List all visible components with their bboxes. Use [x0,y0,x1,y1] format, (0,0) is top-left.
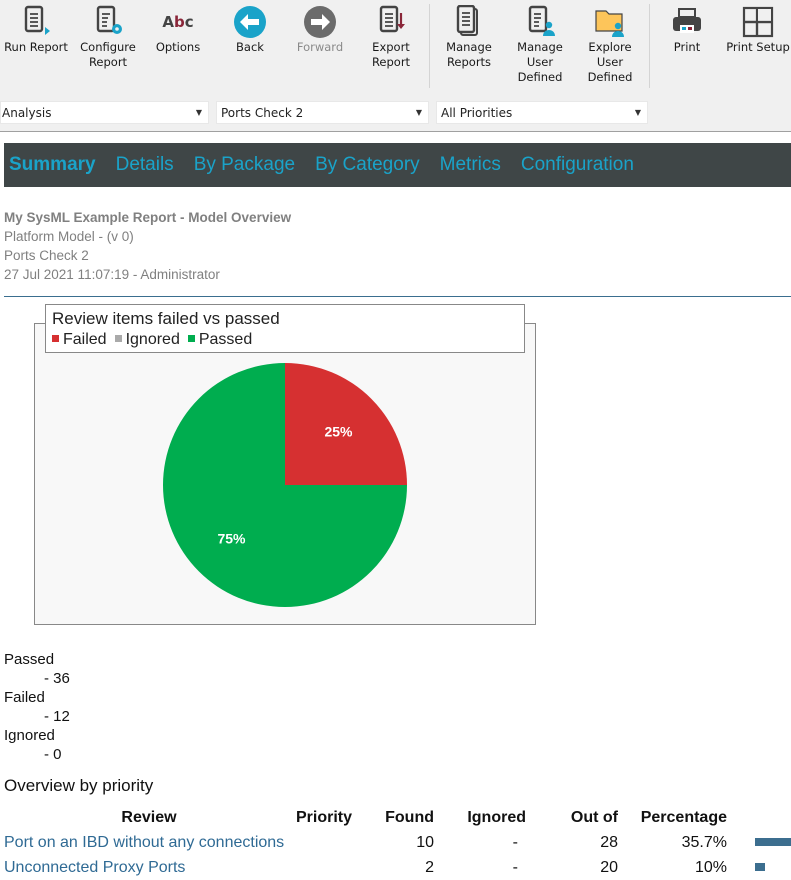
explore-user-defined-label: Explore User Defined [587,40,633,84]
print-setup-label: Print Setup [726,40,790,54]
divider [4,296,791,297]
count-label: Failed [4,689,45,706]
tab-by-category[interactable]: By Category [315,154,420,176]
options-icon: Abc [162,12,194,31]
forward-button[interactable]: Forward [292,4,348,55]
count-value: - 0 [44,746,62,763]
forward-arrow-icon [292,4,348,40]
col-ignored: Ignored [467,808,526,826]
options-label: Options [155,40,201,54]
priority-cell [294,830,352,855]
count-label: Ignored [4,727,55,744]
table-header-row: Review Priority Found Ignored Out of Per… [4,805,791,830]
run-report-icon [4,4,68,40]
tab-by-package[interactable]: By Package [194,154,295,176]
out-of-cell: 28 [600,833,618,851]
explore-user-defined-icon [574,4,646,40]
manage-user-defined-label: Manage User Defined [517,40,563,84]
toolbar-separator [649,4,650,88]
chevron-down-icon: ▼ [195,108,202,117]
tab-configuration[interactable]: Configuration [521,154,634,176]
report-title: My SysML Example Report - Model Overview [4,210,292,225]
col-found: Found [385,808,434,826]
forward-label: Forward [296,40,344,54]
check-value: Ports Check 2 [221,106,304,120]
percentage-cell: 35.7% [681,833,727,851]
manage-user-defined-icon [510,4,570,40]
report-model: Platform Model - (v 0) [4,229,134,244]
col-out-of: Out of [570,808,618,826]
chart-legend: Review items failed vs passed Failed Ign… [45,304,525,353]
tab-details[interactable]: Details [116,154,174,176]
configure-report-button[interactable]: Configure Report [76,4,140,70]
count-value: - 12 [44,708,70,725]
report-check: Ports Check 2 [4,248,89,263]
back-button[interactable]: Back [222,4,278,55]
tab-summary[interactable]: Summary [9,154,96,176]
print-button[interactable]: Print [662,4,712,55]
export-report-icon [362,4,420,40]
report-type-value: Analysis [2,106,52,120]
manage-user-defined-button[interactable]: Manage User Defined [510,4,570,85]
ignored-cell: - [512,833,518,851]
count-label: Passed [4,651,55,668]
manage-reports-button[interactable]: Manage Reports [438,4,500,70]
pie-label-passed: 75% [217,530,246,546]
run-report-label: Run Report [4,40,68,54]
run-report-button[interactable]: Run Report [4,4,68,55]
explore-user-defined-button[interactable]: Explore User Defined [574,4,646,85]
back-arrow-icon [222,4,278,40]
found-cell: 10 [416,833,434,851]
report-meta: My SysML Example Report - Model Overview… [4,208,291,284]
manage-reports-icon [438,4,500,40]
report-timestamp: 27 Jul 2021 11:07:19 - Administrator [4,267,220,282]
tab-metrics[interactable]: Metrics [440,154,501,176]
priority-cell [294,855,352,880]
pie-label-failed: 25% [324,424,353,440]
col-review: Review [121,808,177,826]
out-of-cell: 20 [600,858,618,876]
chevron-down-icon: ▼ [634,108,641,117]
priority-combo[interactable]: All Priorities ▼ [436,101,648,124]
legend-item-failed: Failed [52,330,107,350]
col-priority: Priority [295,808,352,826]
printer-icon [662,4,712,40]
options-button[interactable]: Abc Options [150,4,206,55]
check-combo[interactable]: Ports Check 2 ▼ [216,101,429,124]
print-label: Print [673,40,701,54]
table-row: Unconnected Proxy Ports 2 - 20 10% [4,855,791,880]
toolbar-separator [429,4,430,88]
percentage-bar [755,863,765,872]
chevron-down-icon: ▼ [415,108,422,117]
report-nav: Summary Details By Package By Category M… [4,143,791,187]
review-link[interactable]: Port on an IBD without any connections [4,830,294,855]
print-setup-icon [726,4,790,40]
ribbon-toolbar: Run Report Configure Report Abc Options B… [0,0,791,132]
report-content: Summary Details By Package By Category M… [0,133,791,876]
manage-reports-label: Manage Reports [446,40,492,69]
legend-item-ignored: Ignored [114,330,180,350]
export-report-button[interactable]: Export Report [362,4,420,70]
ignored-cell: - [512,858,518,876]
col-percentage: Percentage [640,808,727,826]
count-value: - 36 [44,670,70,687]
percentage-cell: 10% [694,858,727,876]
configure-report-icon [76,4,140,40]
print-setup-button[interactable]: Print Setup [726,4,790,55]
percentage-bar [755,838,791,847]
configure-report-label: Configure Report [80,40,136,69]
chart-title: Review items failed vs passed [52,309,280,328]
export-report-label: Export Report [371,40,411,69]
result-counts: Passed - 36 Failed - 12 Ignored - 0 [4,650,70,764]
review-link[interactable]: Unconnected Proxy Ports [4,855,294,880]
found-cell: 2 [425,858,434,876]
overview-title: Overview by priority [4,776,154,795]
priority-value: All Priorities [441,106,513,120]
back-label: Back [236,40,264,54]
table-row: Port on an IBD without any connections 1… [4,830,791,855]
overview-table: Review Priority Found Ignored Out of Per… [4,805,791,880]
legend-item-passed: Passed [187,330,252,350]
report-type-combo[interactable]: Analysis ▼ [0,101,209,124]
pie-chart: 25% 75% [163,363,407,607]
